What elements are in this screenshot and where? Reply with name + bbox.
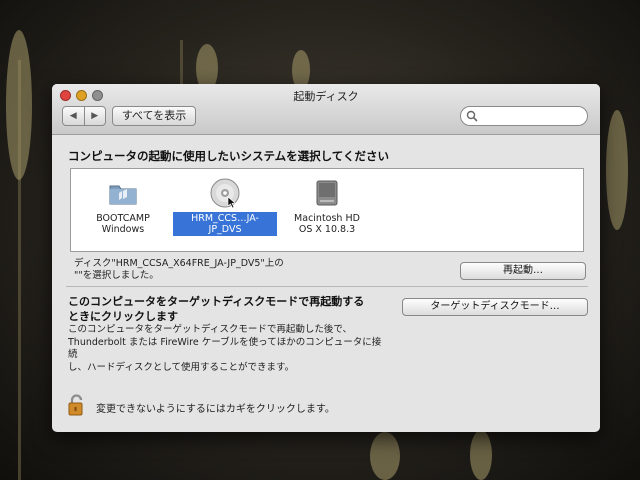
hard-drive-icon	[316, 180, 338, 206]
search-icon	[466, 110, 478, 122]
status-line: ディスク"HRM_CCSA_X64FRE_JA-JP_DV5"上の	[74, 258, 284, 269]
desc-line: し、ハードディスクとして使用することができます。	[68, 361, 295, 373]
titlebar: 起動ディスク ◀ ▶ すべてを表示	[52, 84, 600, 135]
nav-buttons: ◀ ▶	[62, 106, 106, 126]
back-button[interactable]: ◀	[63, 107, 85, 125]
dvd-disk-icon	[210, 178, 240, 209]
target-disk-mode-title: このコンピュータをターゲットディスクモードで再起動する ときにクリックします	[68, 294, 388, 324]
disk-item-bootcamp[interactable]: BOOTCAMP Windows	[71, 177, 175, 235]
disk-list: BOOTCAMP Windows HRM_CCS…JA-JP_DVS Macin…	[70, 168, 584, 252]
unlocked-padlock-icon[interactable]	[68, 394, 86, 416]
show-all-button[interactable]: すべてを表示	[112, 106, 196, 126]
background-grass	[470, 430, 492, 480]
selected-disk-status: ディスク"HRM_CCSA_X64FRE_JA-JP_DV5"上の ""を選択し…	[74, 258, 314, 282]
disk-sublabel: Windows	[101, 224, 145, 235]
disk-label: Macintosh HD	[294, 213, 360, 224]
background-grass	[606, 110, 628, 230]
status-line: ""を選択しました。	[74, 270, 159, 281]
disk-sublabel: OS X 10.8.3	[298, 224, 356, 235]
window-title: 起動ディスク	[293, 90, 359, 103]
folder-disk-icon	[109, 185, 137, 205]
disk-label: BOOTCAMP	[96, 213, 150, 224]
background-grass	[370, 432, 400, 480]
search-input[interactable]	[460, 106, 588, 126]
background-grass	[6, 30, 32, 180]
title-line: このコンピュータをターゲットディスクモードで再起動する	[68, 295, 365, 308]
restart-button[interactable]: 再起動…	[460, 262, 586, 280]
desc-line: Thunderbolt または FireWire ケーブルを使ってほかのコンピュ…	[68, 336, 382, 361]
disk-item-dvd[interactable]: HRM_CCS…JA-JP_DVS	[173, 177, 277, 236]
target-disk-mode-button[interactable]: ターゲットディスクモード…	[402, 298, 588, 316]
desc-line: このコンピュータをターゲットディスクモードで再起動した後で、	[68, 324, 352, 335]
forward-button[interactable]: ▶	[85, 107, 106, 125]
disk-item-macintosh-hd[interactable]: Macintosh HD OS X 10.8.3	[275, 177, 379, 235]
disk-label: HRM_CCS…JA-JP_DVS	[173, 212, 277, 236]
page-heading: コンピュータの起動に使用したいシステムを選択してください	[68, 149, 389, 163]
target-disk-mode-description: このコンピュータをターゲットディスクモードで再起動した後で、 Thunderbo…	[68, 324, 388, 374]
divider	[66, 286, 588, 287]
lock-instruction: 変更できないようにするにはカギをクリックします。	[96, 404, 335, 415]
title-line: ときにクリックします	[68, 310, 178, 323]
startup-disk-window: 起動ディスク ◀ ▶ すべてを表示 コンピュータの起動に使用したいシステムを選択…	[52, 84, 600, 432]
